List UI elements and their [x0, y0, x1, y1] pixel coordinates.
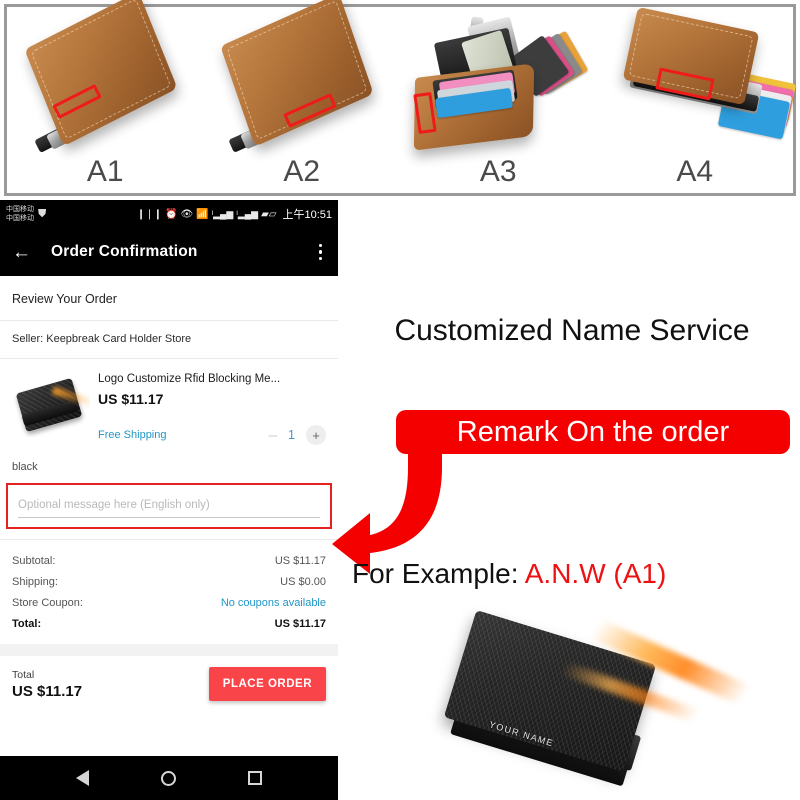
- order-content: Review Your Order Seller: Keepbreak Card…: [0, 276, 338, 712]
- variant-label: A4: [676, 155, 714, 188]
- message-highlight-box: [6, 483, 332, 529]
- product-meta-row: Free Shipping – 1 +: [98, 425, 326, 445]
- summary-value[interactable]: No coupons available: [221, 597, 326, 609]
- vibrate-icon: ❙❘❙: [136, 208, 162, 220]
- summary-key: Store Coupon:: [12, 596, 83, 609]
- product-title[interactable]: Logo Customize Rfid Blocking Me...: [98, 373, 326, 385]
- alarm-icon: ⏰: [165, 208, 178, 220]
- engraved-wallet-photo: YOUR NAME: [440, 609, 800, 800]
- summary-value: US $11.17: [274, 617, 326, 630]
- wallet-photo-a2: [204, 0, 401, 153]
- signal-icon-2: ᴵ▂▄▆: [236, 208, 259, 219]
- wifi-icon: 📶: [196, 208, 209, 220]
- example-line: For Example: A.N.W (A1): [352, 558, 792, 590]
- page-title: Order Confirmation: [51, 243, 198, 260]
- status-bar: 中国移动 中国移动 ⛊ ❙❘❙ ⏰ 👁 📶 ᴵ▂▄▆ ᴵ▂▄▆ ▰▱ 上午10:…: [0, 200, 338, 228]
- status-icons: ❙❘❙ ⏰ 👁 📶 ᴵ▂▄▆ ᴵ▂▄▆ ▰▱ 上午10:51: [137, 206, 332, 222]
- wallet-photo-a4: [597, 6, 796, 151]
- order-summary: Subtotal: US $11.17 Shipping: US $0.00 S…: [0, 540, 338, 644]
- eye-icon: 👁: [180, 208, 194, 220]
- checkout-total: Total US $11.17: [12, 669, 82, 700]
- carrier-label: 中国移动 中国移动: [6, 205, 34, 223]
- back-arrow-icon[interactable]: ←: [12, 243, 31, 262]
- quantity-decrease-button[interactable]: –: [269, 428, 277, 443]
- product-price: US $11.17: [98, 391, 164, 407]
- signal-icon-1: ᴵ▂▄▆: [211, 208, 234, 219]
- nav-recents-icon[interactable]: [248, 771, 262, 785]
- summary-row-total: Total: US $11.17: [12, 613, 326, 634]
- carrier-line-1: 中国移动: [6, 206, 34, 213]
- curved-arrow-icon: [332, 443, 442, 574]
- quantity-stepper[interactable]: – 1 +: [269, 425, 326, 445]
- checkout-bar: Total US $11.17 PLACE ORDER: [0, 656, 338, 712]
- remark-banner-label: Remark On the order: [456, 415, 730, 448]
- message-field-wrapper[interactable]: [12, 489, 326, 525]
- input-underline: [18, 517, 320, 518]
- nav-home-icon[interactable]: [161, 770, 176, 786]
- seller-name[interactable]: Seller: Keepbreak Card Holder Store: [0, 321, 338, 358]
- review-order-heading: Review Your Order: [12, 292, 117, 306]
- variant-option-a3[interactable]: A3: [400, 7, 597, 193]
- summary-value: US $0.00: [280, 575, 326, 588]
- clock: 上午10:51: [282, 209, 332, 221]
- variant-label: A3: [479, 155, 517, 188]
- variant-options-panel: A1 A2 A3 A4: [4, 0, 796, 196]
- summary-key: Total:: [12, 617, 42, 630]
- section-gap: [0, 644, 338, 656]
- summary-value: US $11.17: [274, 554, 326, 567]
- wallet-photo-a1: [7, 0, 204, 154]
- selected-variant: black: [12, 461, 38, 473]
- summary-row-store-coupon[interactable]: Store Coupon: No coupons available: [12, 592, 326, 613]
- quantity-increase-button[interactable]: +: [306, 425, 326, 445]
- product-thumbnail[interactable]: [12, 371, 90, 441]
- nav-back-icon[interactable]: [76, 770, 89, 786]
- variant-label: A2: [283, 155, 321, 188]
- shipping-label[interactable]: Free Shipping: [98, 429, 167, 441]
- product-row[interactable]: Logo Customize Rfid Blocking Me... US $1…: [0, 359, 338, 451]
- promo-listing-image: A1 A2 A3 A4 中国移动 中国移动 ⛊ ❙❘❙ ⏰ 👁 📶 ᴵ▂▄▆ ᴵ…: [0, 0, 800, 800]
- quantity-value: 1: [288, 428, 295, 442]
- android-nav-bar: [0, 756, 338, 800]
- summary-key: Shipping:: [12, 575, 58, 588]
- phone-screenshot: 中国移动 中国移动 ⛊ ❙❘❙ ⏰ 👁 📶 ᴵ▂▄▆ ᴵ▂▄▆ ▰▱ 上午10:…: [0, 200, 338, 800]
- headline: Customized Name Service: [394, 314, 750, 347]
- variant-label: A1: [86, 155, 124, 188]
- variant-option-a1[interactable]: A1: [7, 0, 204, 193]
- product-info: Logo Customize Rfid Blocking Me... US $1…: [90, 371, 326, 445]
- place-order-button[interactable]: PLACE ORDER: [208, 667, 326, 701]
- example-value: A.N.W (A1): [524, 558, 667, 589]
- message-input[interactable]: [18, 499, 320, 517]
- overflow-menu-icon[interactable]: [315, 240, 327, 265]
- checkout-total-label: Total: [12, 668, 35, 681]
- variant-option-a4[interactable]: A4: [597, 6, 796, 193]
- sim-icon: ⛊: [38, 207, 47, 220]
- variant-option-a2[interactable]: A2: [204, 0, 401, 193]
- summary-row-shipping: Shipping: US $0.00: [12, 571, 326, 592]
- checkout-total-value: US $11.17: [12, 682, 83, 700]
- summary-key: Subtotal:: [12, 554, 56, 567]
- carrier-line-2: 中国移动: [6, 215, 34, 222]
- app-bar: ← Order Confirmation: [0, 228, 338, 276]
- battery-icon: ▰▱: [261, 208, 277, 220]
- wallet-photo-a3: [400, 9, 597, 151]
- example-prefix: For Example:: [352, 558, 525, 589]
- summary-row-subtotal: Subtotal: US $11.17: [12, 550, 326, 571]
